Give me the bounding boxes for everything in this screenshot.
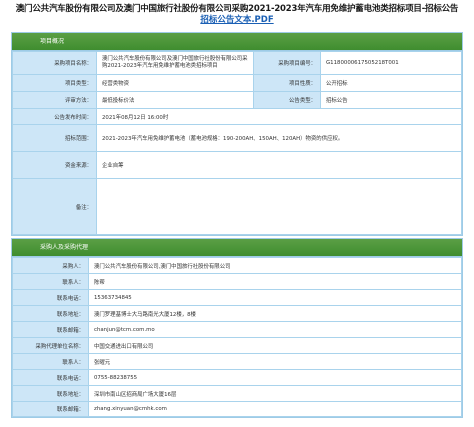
project-no-label: 采购项目编号： — [253, 51, 321, 75]
email-label: 联系邮箱： — [12, 321, 89, 338]
agent-label: 采购代理单位名称： — [12, 337, 89, 354]
agent-phone-label: 联系电话： — [12, 369, 89, 386]
purchaser-agency-header: 采购人及采购代理 — [12, 239, 462, 257]
purchaser-value: 澳门公共汽车股份有限公司,澳门中国旅行社股份有限公司 — [88, 257, 462, 274]
address-value: 澳门罗理基博士大马路南光大厦12楼，8楼 — [88, 305, 462, 322]
funding-label: 资金来源： — [12, 151, 97, 179]
funding-value: 企业自筹 — [96, 151, 462, 179]
purchase-name-value: 澳门公共汽车股份有限公司及澳门中国旅行社股份有限公司采购2021-2023年汽车… — [96, 51, 254, 75]
phone-value: 15363734845 — [88, 289, 462, 306]
agent-value: 中国交通进出口有限公司 — [88, 337, 462, 354]
project-property-label: 项目性质： — [253, 74, 321, 92]
agent-address-value: 深圳市南山区招商局广场大厦16层 — [88, 385, 462, 402]
phone-label: 联系电话： — [12, 289, 89, 306]
review-method-label: 评审方法： — [12, 91, 97, 109]
project-no-value: G1180000617505218T001 — [320, 51, 462, 75]
project-overview-header: 项目概况 — [12, 33, 462, 51]
project-overview-section: 项目概况 采购项目名称： 澳门公共汽车股份有限公司及澳门中国旅行社股份有限公司采… — [11, 32, 463, 236]
scope-label: 招标范围： — [12, 124, 97, 152]
agent-address-label: 联系地址： — [12, 385, 89, 402]
project-overview-table: 采购项目名称： 澳门公共汽车股份有限公司及澳门中国旅行社股份有限公司采购2021… — [12, 51, 462, 235]
publish-time-value: 2021年08月12日 16:00时 — [96, 108, 462, 125]
notice-type-label: 公告类型： — [253, 91, 321, 109]
contact-label: 联系人： — [12, 273, 89, 290]
agent-email-value: zhang.xinyuan@cmhk.com — [88, 401, 462, 417]
contact-value: 陈帮 — [88, 273, 462, 290]
review-method-value: 最低投标价法 — [96, 91, 254, 109]
project-type-label: 项目类型： — [12, 74, 97, 92]
page-title: 澳门公共汽车股份有限公司及澳门中国旅行社股份有限公司采购2021-2023年汽车… — [15, 4, 459, 14]
purchase-name-label: 采购项目名称： — [12, 51, 97, 75]
purchaser-label: 采购人： — [12, 257, 89, 274]
purchaser-agency-section: 采购人及采购代理 采购人： 澳门公共汽车股份有限公司,澳门中国旅行社股份有限公司… — [11, 238, 463, 418]
agent-phone-value: 0755-88238755 — [88, 369, 462, 386]
tender-pdf-link[interactable]: 招标公告文本.PDF — [0, 15, 474, 26]
project-property-value: 公开招标 — [320, 74, 462, 92]
scope-value: 2021-2023年汽车用免维护蓄电池（蓄电池规格：190-200AH、150A… — [96, 124, 462, 152]
project-type-value: 经营类物资 — [96, 74, 254, 92]
purchaser-agency-table: 采购人： 澳门公共汽车股份有限公司,澳门中国旅行社股份有限公司 联系人： 陈帮 … — [12, 257, 462, 417]
email-value: chanjun@tcm.com.mo — [88, 321, 462, 338]
agent-email-label: 联系邮箱： — [12, 401, 89, 417]
address-label: 联系地址： — [12, 305, 89, 322]
remarks-label: 备注： — [12, 178, 97, 235]
notice-type-value: 招标公告 — [320, 91, 462, 109]
agent-contact-value: 张曜元 — [88, 353, 462, 370]
remarks-value — [96, 178, 462, 235]
agent-contact-label: 联系人： — [12, 353, 89, 370]
publish-time-label: 公告发布时间： — [12, 108, 97, 125]
